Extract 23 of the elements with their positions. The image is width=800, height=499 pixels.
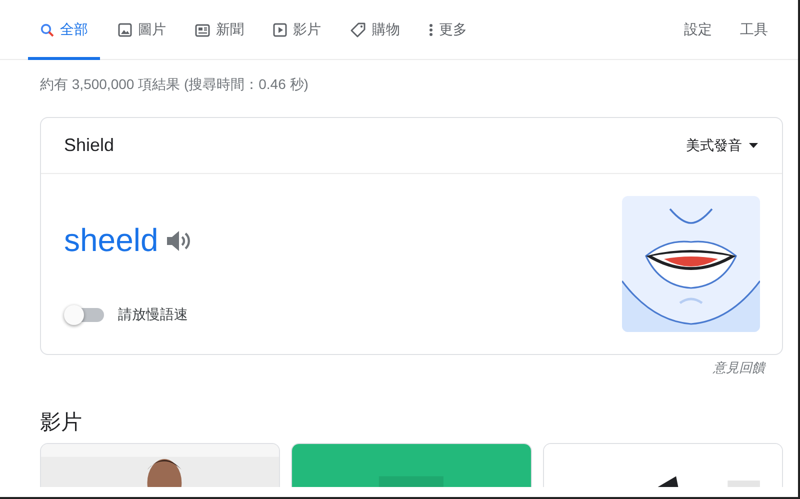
- image-icon: [118, 23, 132, 37]
- news-icon: [195, 24, 210, 36]
- tab[interactable]: 購物: [338, 0, 411, 60]
- feedback-link[interactable]: 意見回饋: [713, 359, 765, 377]
- switch-label: 請放慢語速: [118, 306, 188, 324]
- more-icon: [429, 23, 433, 37]
- slow-speed-switch[interactable]: [64, 305, 104, 325]
- tag-icon: [350, 22, 366, 38]
- accent-dropdown[interactable]: 美式發音: [686, 136, 758, 154]
- tab[interactable]: 影片: [261, 0, 332, 60]
- tab[interactable]: 圖片: [106, 0, 177, 60]
- tab[interactable]: 更多: [417, 0, 478, 60]
- search-icon: [40, 23, 54, 37]
- result-stats: 約有 3,500,000 項結果 (搜尋時間：0.46 秒): [39, 75, 310, 94]
- tab[interactable]: 全部: [28, 0, 100, 60]
- video-icon: [273, 23, 287, 37]
- toolbar-link[interactable]: 工具: [740, 0, 768, 60]
- toolbar-link[interactable]: 設定: [684, 0, 712, 60]
- tab[interactable]: 新聞: [183, 0, 255, 60]
- section-heading: 影片: [39, 410, 83, 436]
- phonetic-spelling: sheeld: [64, 222, 158, 259]
- word-title: Shield: [64, 135, 114, 156]
- caret-icon: [749, 143, 758, 148]
